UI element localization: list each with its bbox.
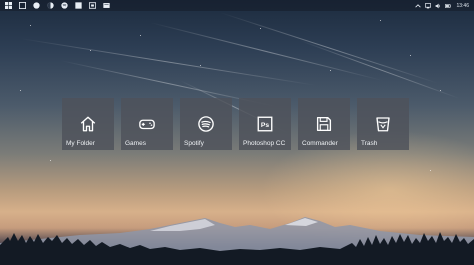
svg-text:Ps: Ps	[261, 122, 270, 129]
circle-app-icon[interactable]	[30, 0, 42, 11]
taskbar: 13:46	[0, 0, 474, 11]
network-icon[interactable]	[423, 0, 433, 11]
tile-spotify[interactable]: Spotify	[180, 98, 232, 150]
star	[90, 50, 91, 51]
trash-icon	[374, 115, 392, 133]
chevron-up-icon[interactable]	[413, 0, 423, 11]
star	[200, 65, 201, 66]
gamepad-icon	[138, 115, 156, 133]
tile-photoshop-cc[interactable]: Ps Photoshop CC	[239, 98, 291, 150]
tile-label: Spotify	[184, 140, 204, 147]
star	[410, 55, 411, 56]
tile-label: Trash	[361, 140, 378, 147]
star	[330, 70, 331, 71]
star	[20, 90, 21, 91]
desktop: 13:46 My Folder Games Spotify Ps Photosh…	[0, 0, 474, 265]
tile-trash[interactable]: Trash	[357, 98, 409, 150]
star	[440, 90, 441, 91]
image-app-icon[interactable]	[86, 0, 98, 11]
system-tray: 13:46	[413, 0, 472, 11]
spotify-app-icon[interactable]	[58, 0, 70, 11]
star	[380, 20, 381, 21]
volume-icon[interactable]	[433, 0, 443, 11]
halfmoon-app-icon[interactable]	[44, 0, 56, 11]
tile-label: Games	[125, 140, 146, 147]
star	[140, 35, 141, 36]
landscape-silhouette	[0, 217, 474, 265]
tile-label: Commander	[302, 140, 338, 147]
tile-games[interactable]: Games	[121, 98, 173, 150]
star-trail	[299, 40, 460, 100]
search-icon[interactable]	[16, 0, 28, 11]
photoshop-app-icon[interactable]	[72, 0, 84, 11]
spotify-icon	[197, 115, 215, 133]
tile-label: My Folder	[66, 140, 95, 147]
save-icon	[315, 115, 333, 133]
home-icon	[79, 115, 97, 133]
tile-my-folder[interactable]: My Folder	[62, 98, 114, 150]
star-trail	[149, 22, 383, 82]
photoshop-icon: Ps	[256, 115, 274, 133]
star	[430, 170, 431, 171]
star	[50, 160, 51, 161]
tile-label: Photoshop CC	[243, 140, 286, 147]
tile-commander[interactable]: Commander	[298, 98, 350, 150]
battery-icon[interactable]	[443, 0, 453, 11]
windows-start-icon[interactable]	[2, 0, 14, 11]
star	[30, 25, 31, 26]
launcher-tiles: My Folder Games Spotify Ps Photoshop CC …	[62, 98, 409, 150]
taskbar-clock[interactable]: 13:46	[456, 3, 469, 9]
star	[260, 28, 261, 29]
folder-app-icon[interactable]	[100, 0, 112, 11]
